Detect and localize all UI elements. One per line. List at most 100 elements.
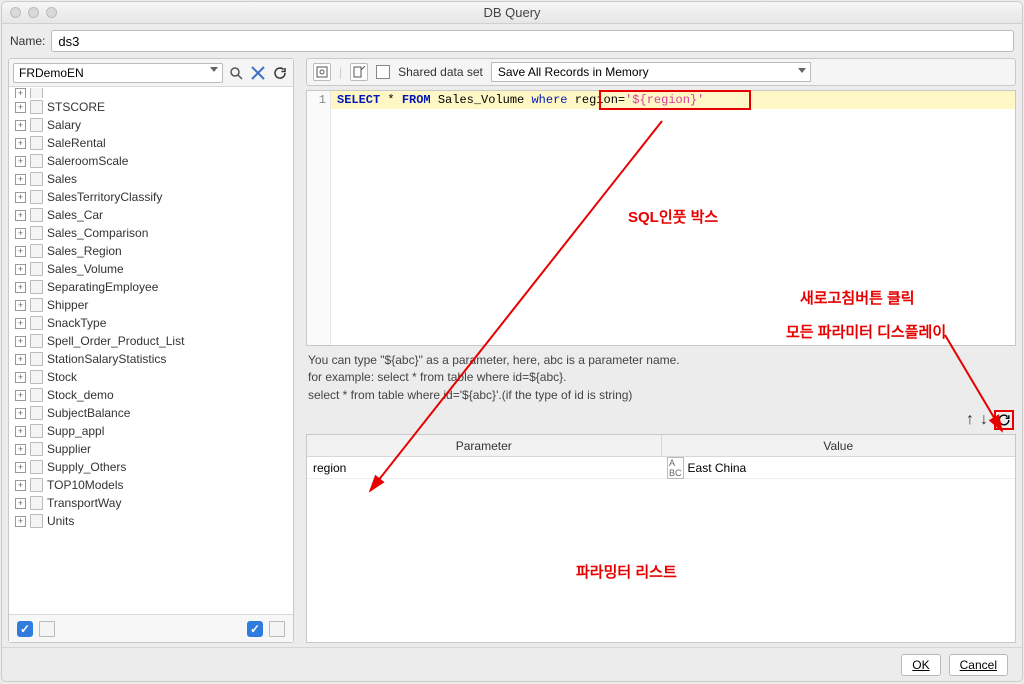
expand-icon[interactable]: + bbox=[15, 336, 26, 347]
expand-icon[interactable]: + bbox=[15, 426, 26, 437]
table-icon bbox=[30, 154, 43, 168]
tree-item[interactable]: + Sales_Volume bbox=[11, 260, 291, 278]
tree-item[interactable]: +TOP10Models bbox=[11, 476, 291, 494]
table-icon bbox=[30, 262, 43, 276]
tree-item-label: Sales_Car bbox=[47, 208, 103, 222]
settings-icon[interactable] bbox=[249, 64, 267, 82]
tree-item-label: Supplier bbox=[47, 442, 91, 456]
table-icon bbox=[30, 496, 43, 510]
tree-item[interactable]: + Supply_Others bbox=[11, 458, 291, 476]
refresh-params-button[interactable] bbox=[994, 410, 1014, 430]
expand-icon[interactable]: + bbox=[15, 354, 26, 365]
tree-item[interactable]: +Units bbox=[11, 512, 291, 530]
expand-icon[interactable]: + bbox=[15, 174, 26, 185]
search-icon[interactable] bbox=[227, 64, 245, 82]
line-number: 1 bbox=[307, 93, 326, 107]
window-title: DB Query bbox=[2, 5, 1022, 20]
tree-item-label: TransportWay bbox=[47, 496, 121, 510]
col-parameter: Parameter bbox=[307, 435, 662, 456]
tree-item[interactable]: + Supplier bbox=[11, 440, 291, 458]
preview-icon[interactable] bbox=[313, 63, 331, 81]
titlebar: DB Query bbox=[2, 2, 1022, 24]
tree-item[interactable]: + Spell_Order_Product_List bbox=[11, 332, 291, 350]
datasource-label: FRDemoEN bbox=[19, 66, 84, 80]
tree-item[interactable]: +Stock_demo bbox=[11, 386, 291, 404]
expand-icon[interactable]: + bbox=[15, 156, 26, 167]
tree-item-label: Spell_Order_Product_List bbox=[47, 334, 184, 348]
move-up-icon[interactable]: ↑ bbox=[966, 411, 974, 429]
table-icon bbox=[30, 118, 43, 132]
tree-item[interactable]: +STSCORE bbox=[11, 98, 291, 116]
param-name-cell[interactable]: region bbox=[307, 457, 661, 478]
table-tree[interactable]: ++STSCORE+Salary+SaleRental+SaleroomScal… bbox=[9, 87, 293, 614]
cancel-button[interactable]: Cancel bbox=[949, 654, 1008, 676]
expand-icon[interactable]: + bbox=[15, 264, 26, 275]
table-icon bbox=[30, 190, 43, 204]
datasource-select[interactable]: FRDemoEN bbox=[13, 63, 223, 83]
table-icon bbox=[30, 370, 43, 384]
tree-item[interactable]: + Sales_Comparison bbox=[11, 224, 291, 242]
tree-item[interactable]: +Shipper bbox=[11, 296, 291, 314]
tree-item-label: StationSalaryStatistics bbox=[47, 352, 166, 366]
tree-item[interactable]: +Sales_Region bbox=[11, 242, 291, 260]
ok-button[interactable]: OK bbox=[901, 654, 940, 676]
refresh-ds-icon[interactable] bbox=[271, 64, 289, 82]
expand-icon[interactable]: + bbox=[15, 282, 26, 293]
footer-check-1[interactable] bbox=[17, 621, 33, 637]
expand-icon[interactable]: + bbox=[15, 210, 26, 221]
expand-icon[interactable]: + bbox=[15, 138, 26, 149]
table-icon bbox=[30, 514, 43, 528]
table-icon bbox=[30, 442, 43, 456]
sql-line[interactable]: SELECT * FROM Sales_Volume where region=… bbox=[331, 91, 1015, 109]
param-value-cell[interactable]: ABC East China bbox=[661, 457, 1015, 478]
tree-item-label: SaleRental bbox=[47, 136, 106, 150]
expand-icon[interactable]: + bbox=[15, 498, 26, 509]
expand-icon[interactable]: + bbox=[15, 228, 26, 239]
tree-item[interactable]: +SnackType bbox=[11, 314, 291, 332]
tree-item-label: Supply_Others bbox=[47, 460, 126, 474]
param-toolbar: ↑ ↓ bbox=[306, 410, 1016, 430]
expand-icon[interactable]: + bbox=[15, 480, 26, 491]
parameter-table[interactable]: Parameter Value region ABC East China bbox=[306, 434, 1016, 643]
tree-item[interactable]: +Salary bbox=[11, 116, 291, 134]
edit-sql-icon[interactable] bbox=[350, 63, 368, 81]
tree-item[interactable]: +SaleroomScale bbox=[11, 152, 291, 170]
splitter[interactable] bbox=[298, 58, 302, 643]
tree-item[interactable]: + Sales_Car bbox=[11, 206, 291, 224]
expand-icon[interactable]: + bbox=[15, 192, 26, 203]
expand-icon[interactable]: + bbox=[15, 516, 26, 527]
expand-icon[interactable]: + bbox=[15, 300, 26, 311]
expand-icon[interactable]: + bbox=[15, 102, 26, 113]
expand-icon[interactable]: + bbox=[15, 372, 26, 383]
table-icon bbox=[30, 460, 43, 474]
left-panel: FRDemoEN ++STSCORE+Salary+SaleRental+Sal… bbox=[8, 58, 294, 643]
name-input[interactable] bbox=[51, 30, 1014, 52]
expand-icon[interactable]: + bbox=[15, 444, 26, 455]
expand-icon[interactable]: + bbox=[15, 120, 26, 131]
tree-item-label: Sales_Volume bbox=[47, 262, 124, 276]
expand-icon[interactable]: + bbox=[15, 390, 26, 401]
expand-icon[interactable]: + bbox=[15, 408, 26, 419]
table-row[interactable]: region ABC East China bbox=[307, 457, 1015, 479]
table-icon bbox=[30, 424, 43, 438]
move-down-icon[interactable]: ↓ bbox=[980, 411, 988, 429]
tree-item[interactable]: + TransportWay bbox=[11, 494, 291, 512]
tree-item[interactable]: +SalesTerritoryClassify bbox=[11, 188, 291, 206]
tree-item[interactable]: +Supp_appl bbox=[11, 422, 291, 440]
tree-item[interactable]: +Sales bbox=[11, 170, 291, 188]
sql-editor[interactable]: 1 SELECT * FROM Sales_Volume where regio… bbox=[306, 90, 1016, 346]
shared-checkbox[interactable] bbox=[376, 65, 390, 79]
tree-item[interactable]: + SaleRental bbox=[11, 134, 291, 152]
name-label: Name: bbox=[10, 34, 45, 48]
save-mode-select[interactable]: Save All Records in Memory bbox=[491, 62, 811, 82]
tree-item[interactable]: +Stock bbox=[11, 368, 291, 386]
expand-icon[interactable]: + bbox=[15, 318, 26, 329]
footer-check-2[interactable] bbox=[247, 621, 263, 637]
gutter: 1 bbox=[307, 91, 331, 345]
tree-item[interactable]: +SubjectBalance bbox=[11, 404, 291, 422]
tree-item[interactable]: +SeparatingEmployee bbox=[11, 278, 291, 296]
expand-icon[interactable]: + bbox=[15, 462, 26, 473]
tree-item[interactable]: + StationSalaryStatistics bbox=[11, 350, 291, 368]
tree-item-label: Sales_Comparison bbox=[47, 226, 148, 240]
expand-icon[interactable]: + bbox=[15, 246, 26, 257]
